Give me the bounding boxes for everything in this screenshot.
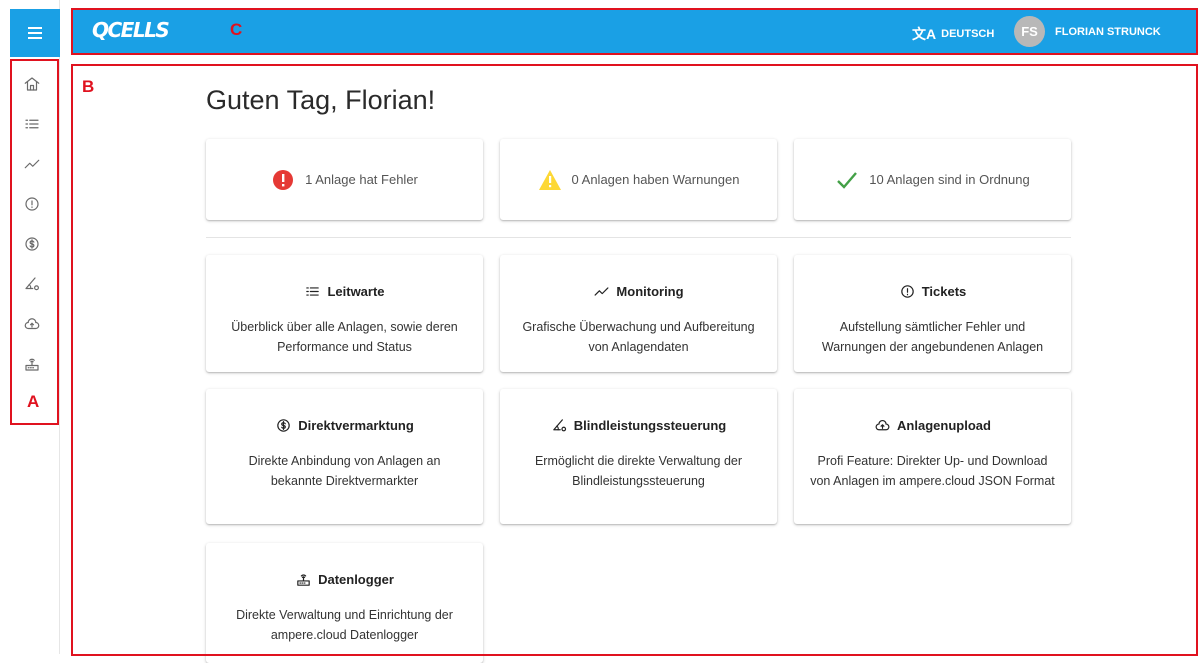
annotation-label-a: A (27, 392, 40, 411)
menu-button[interactable] (10, 9, 60, 57)
annotation-box-a (10, 59, 59, 425)
annotation-label-b: B (82, 77, 95, 96)
hamburger-icon (28, 27, 42, 39)
annotation-label-c: C (230, 20, 243, 39)
annotation-box-b (71, 64, 1198, 656)
